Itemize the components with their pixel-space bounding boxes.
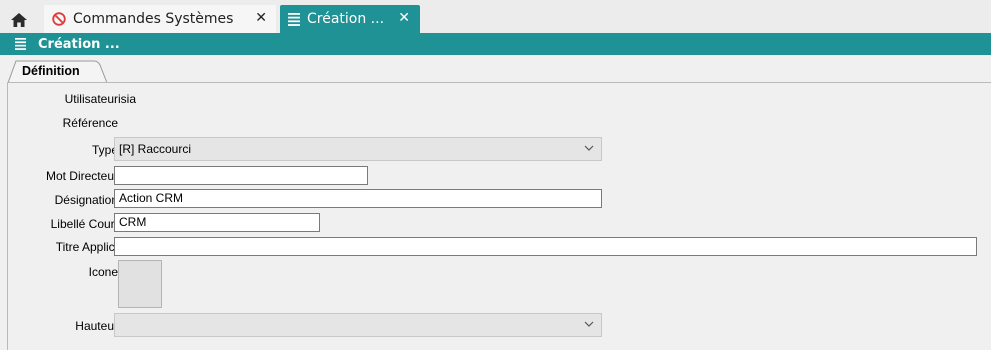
chevron-down-icon xyxy=(584,145,594,151)
libelle-court-field[interactable]: CRM xyxy=(114,213,320,232)
tab-definition-label: Définition xyxy=(22,64,80,78)
icon-picker[interactable] xyxy=(118,260,162,308)
tab-label: Commandes Systèmes xyxy=(73,11,234,27)
utilisateur-label: Utilisateur xyxy=(64,92,118,106)
no-entry-icon xyxy=(52,12,66,26)
tab-creation[interactable]: Création ... ✕ xyxy=(280,5,420,33)
window-title: Création ... xyxy=(38,36,120,52)
close-icon[interactable]: ✕ xyxy=(255,10,267,26)
designation-label: Désignation xyxy=(54,193,118,207)
tab-label: Création ... xyxy=(307,11,385,27)
definition-panel: Utilisateur isia Référence Type [R] Racc… xyxy=(7,82,991,350)
type-select[interactable]: [R] Raccourci xyxy=(114,137,602,161)
titre-applic-label: Titre Applic. xyxy=(55,240,118,254)
tab-bar: Commandes Systèmes ✕ Création ... ✕ xyxy=(0,0,991,33)
tab-definition[interactable]: Définition xyxy=(8,60,108,84)
mot-directeur-field[interactable] xyxy=(114,166,368,185)
hauteur-label: Hauteur xyxy=(75,319,118,333)
titre-applic-field[interactable] xyxy=(114,237,977,256)
home-icon xyxy=(11,12,27,27)
window-title-bar: Création ... xyxy=(0,33,991,55)
mot-directeur-label: Mot Directeur xyxy=(45,169,118,183)
home-tab[interactable] xyxy=(4,6,34,33)
utilisateur-value: isia xyxy=(118,92,137,106)
close-icon[interactable]: ✕ xyxy=(398,10,410,26)
chevron-down-icon xyxy=(584,321,594,327)
libelle-court-label: Libellé Court xyxy=(50,217,118,231)
designation-field[interactable]: Action CRM xyxy=(114,189,602,208)
hauteur-select[interactable] xyxy=(114,313,602,337)
document-icon xyxy=(288,12,300,26)
type-select-value: [R] Raccourci xyxy=(119,142,192,156)
reference-label: Référence xyxy=(62,116,118,130)
document-icon xyxy=(15,38,26,50)
tab-commandes-systemes[interactable]: Commandes Systèmes ✕ xyxy=(44,5,276,33)
type-label: Type xyxy=(91,143,118,157)
icone-label: Icone xyxy=(88,265,118,279)
